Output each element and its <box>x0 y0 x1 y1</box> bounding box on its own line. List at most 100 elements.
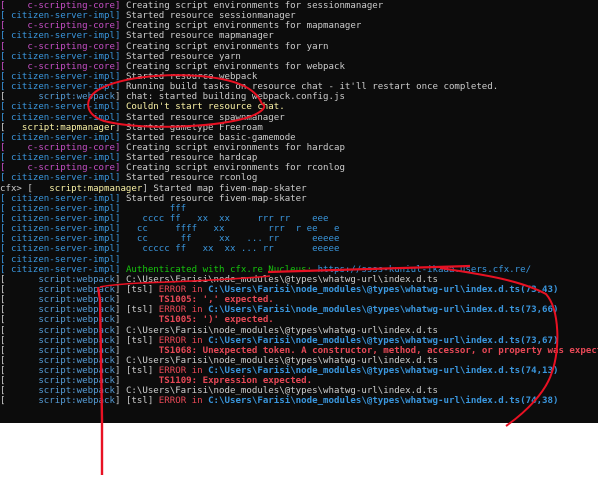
console-line: [ script:webpack] C:\Users\Farisi\node_m… <box>0 386 598 396</box>
console-text-segment: script:webpack <box>38 386 115 397</box>
console-text-segment: Creating script environments for mapmana… <box>125 21 362 32</box>
console-line: [ c-scripting-core] Creating script envi… <box>0 62 598 72</box>
console-text-segment: ERROR <box>158 284 187 295</box>
console-text-segment: script:webpack <box>38 92 115 103</box>
console-line: [ c-scripting-core] Creating script envi… <box>0 143 598 153</box>
console-text-segment: ] <box>142 183 154 194</box>
console-text-segment: script:webpack <box>38 325 115 336</box>
console-text-segment: Started resource basic-gamemode <box>125 132 296 143</box>
console-text-segment: C:\Users\Farisi\node_modules\@types\what… <box>208 335 559 346</box>
console-text-segment: [ citizen-server-impl] <box>0 112 126 123</box>
console-text-segment: Started gametype Freeroam <box>125 122 263 133</box>
console-text-segment: [tsl] <box>125 366 159 377</box>
console-text-segment: [ <box>0 376 39 387</box>
console-text-segment: chat: started building webpack.config.js <box>125 92 345 103</box>
console-text-segment: [tsl] <box>125 305 159 316</box>
console-line: [ citizen-server-impl] <box>0 255 598 265</box>
console-text-segment: Running build tasks on resource chat - i… <box>125 82 499 93</box>
console-text-segment: C:\Users\Farisi\node_modules\@types\what… <box>125 325 439 336</box>
console-text-segment: Started map fivem-map-skater <box>153 183 307 194</box>
console-text-segment: C:\Users\Farisi\node_modules\@types\what… <box>208 396 559 407</box>
console-text-segment: C:\Users\Farisi\node_modules\@types\what… <box>208 305 559 316</box>
console-text-segment: [ <box>27 183 50 194</box>
console-text-segment: TS1068: Unexpected token. A constructor,… <box>158 345 598 356</box>
console-text-segment: [ <box>0 315 39 326</box>
console-text-segment: [ citizen-server-impl] <box>0 264 126 275</box>
console-text-segment: ] <box>114 315 159 326</box>
console-text-segment: script:webpack <box>38 376 115 387</box>
console-text-segment: script:webpack <box>38 274 115 285</box>
console-text-segment: ] <box>114 295 159 306</box>
console-line: [ citizen-server-impl] cc ff xx ... rr e… <box>0 234 598 244</box>
console-line: [ citizen-server-impl] Started resource … <box>0 194 598 204</box>
console-text-segment: C:\Users\Farisi\node_modules\@types\what… <box>208 284 559 295</box>
console-text-segment: ] <box>114 376 159 387</box>
console-text-segment: [ <box>0 325 39 336</box>
console-text-segment: [ citizen-server-impl] cccc ff xx xx rrr… <box>0 213 329 224</box>
console-text-segment: [tsl] <box>125 396 159 407</box>
console-text-segment: [ citizen-server-impl] <box>0 51 126 62</box>
console-text-segment: [ c-scripting-core] <box>0 1 126 11</box>
console-line: [ citizen-server-impl] fff <box>0 204 598 214</box>
console-text-segment: Started resource hardcap <box>125 153 258 164</box>
console-line: [ script:mapmanager] Started gametype Fr… <box>0 123 598 133</box>
console-text-segment: [ citizen-server-impl] <box>0 132 126 143</box>
console-line: [ script:webpack] [tsl] ERROR in C:\User… <box>0 305 598 315</box>
console-line: [ script:webpack] C:\Users\Farisi\node_m… <box>0 356 598 366</box>
console-text-segment: in <box>186 284 209 295</box>
console-text-segment: [ <box>0 396 39 407</box>
console-text-segment: [ citizen-server-impl] <box>0 254 121 265</box>
console-text-segment: in <box>186 305 209 316</box>
console-text-segment: [ c-scripting-core] <box>0 142 126 153</box>
console-text-segment: [ citizen-server-impl] <box>0 31 126 42</box>
console-text-segment: [ <box>0 274 39 285</box>
console-text-segment: Started resource sessionmanager <box>125 11 296 22</box>
console-text-segment: [ citizen-server-impl] cc ffff xx rrr r … <box>0 224 340 235</box>
console-line: [ citizen-server-impl] Started resource … <box>0 173 598 183</box>
console-text-segment: [ <box>0 92 39 103</box>
console-text-segment: [ c-scripting-core] <box>0 61 126 72</box>
console-line: [ citizen-server-impl] cc ffff xx rrr r … <box>0 224 598 234</box>
console-text-segment: ERROR <box>158 335 187 346</box>
console-text-segment: [tsl] <box>125 335 159 346</box>
console-text-segment: [ <box>0 305 39 316</box>
console-text-segment: Started resource yarn <box>125 51 241 62</box>
console-text-segment: Creating script environments for hardcap <box>125 142 345 153</box>
console-text-segment: [ citizen-server-impl] <box>0 153 126 164</box>
console-text-segment: Authenticated with cfx.re Nucleus: <box>125 264 318 275</box>
console-line: [ script:webpack] TS1109: Expression exp… <box>0 376 598 386</box>
console-line: [ script:webpack] C:\Users\Farisi\node_m… <box>0 326 598 336</box>
console-text-segment: script:webpack <box>38 305 115 316</box>
console-text-segment: ] <box>114 335 126 346</box>
console-line: [ citizen-server-impl] Started resource … <box>0 153 598 163</box>
console-text-segment: Creating script environments for rconlog <box>125 163 345 174</box>
console-text-segment: in <box>186 396 209 407</box>
console-text-segment: in <box>186 366 209 377</box>
console-text-segment: Couldn't start resource chat. <box>125 102 285 113</box>
console-text-segment: script:webpack <box>38 315 115 326</box>
console-text-segment: [ citizen-server-impl] <box>0 173 126 184</box>
console-text-segment: C:\Users\Farisi\node_modules\@types\what… <box>125 355 439 366</box>
console-line: [ citizen-server-impl] Authenticated wit… <box>0 265 598 275</box>
console-line: [ citizen-server-impl] Started resource … <box>0 11 598 21</box>
console-text-segment: Started resource fivem-map-skater <box>125 193 307 204</box>
console-text-segment: [ c-scripting-core] <box>0 163 126 174</box>
console-text-segment: [ <box>0 386 39 397</box>
console-line: [ script:webpack] [tsl] ERROR in C:\User… <box>0 366 598 376</box>
console-line: [ script:webpack] TS1068: Unexpected tok… <box>0 346 598 356</box>
console-text-segment: in <box>186 335 209 346</box>
console-text-segment: Started resource webpack <box>125 71 258 82</box>
console-text-segment: [ <box>0 345 39 356</box>
console-line: [ citizen-server-impl] Started resource … <box>0 72 598 82</box>
console-text-segment: ] <box>114 355 126 366</box>
console-text-segment: ] <box>114 92 126 103</box>
console-line: [ script:webpack] [tsl] ERROR in C:\User… <box>0 336 598 346</box>
console-text-segment: Creating script environments for session… <box>125 1 384 11</box>
console-text-segment: [ citizen-server-impl] cc ff xx ... rr e… <box>0 234 340 245</box>
console-line: [ script:webpack] [tsl] ERROR in C:\User… <box>0 396 598 406</box>
console-text-segment: [tsl] <box>125 284 159 295</box>
console-text-segment: script:webpack <box>38 295 115 306</box>
console-text-segment: [ citizen-server-impl] <box>0 71 126 82</box>
console-line: [ citizen-server-impl] Started resource … <box>0 31 598 41</box>
console-text-segment: [ citizen-server-impl] <box>0 82 126 93</box>
